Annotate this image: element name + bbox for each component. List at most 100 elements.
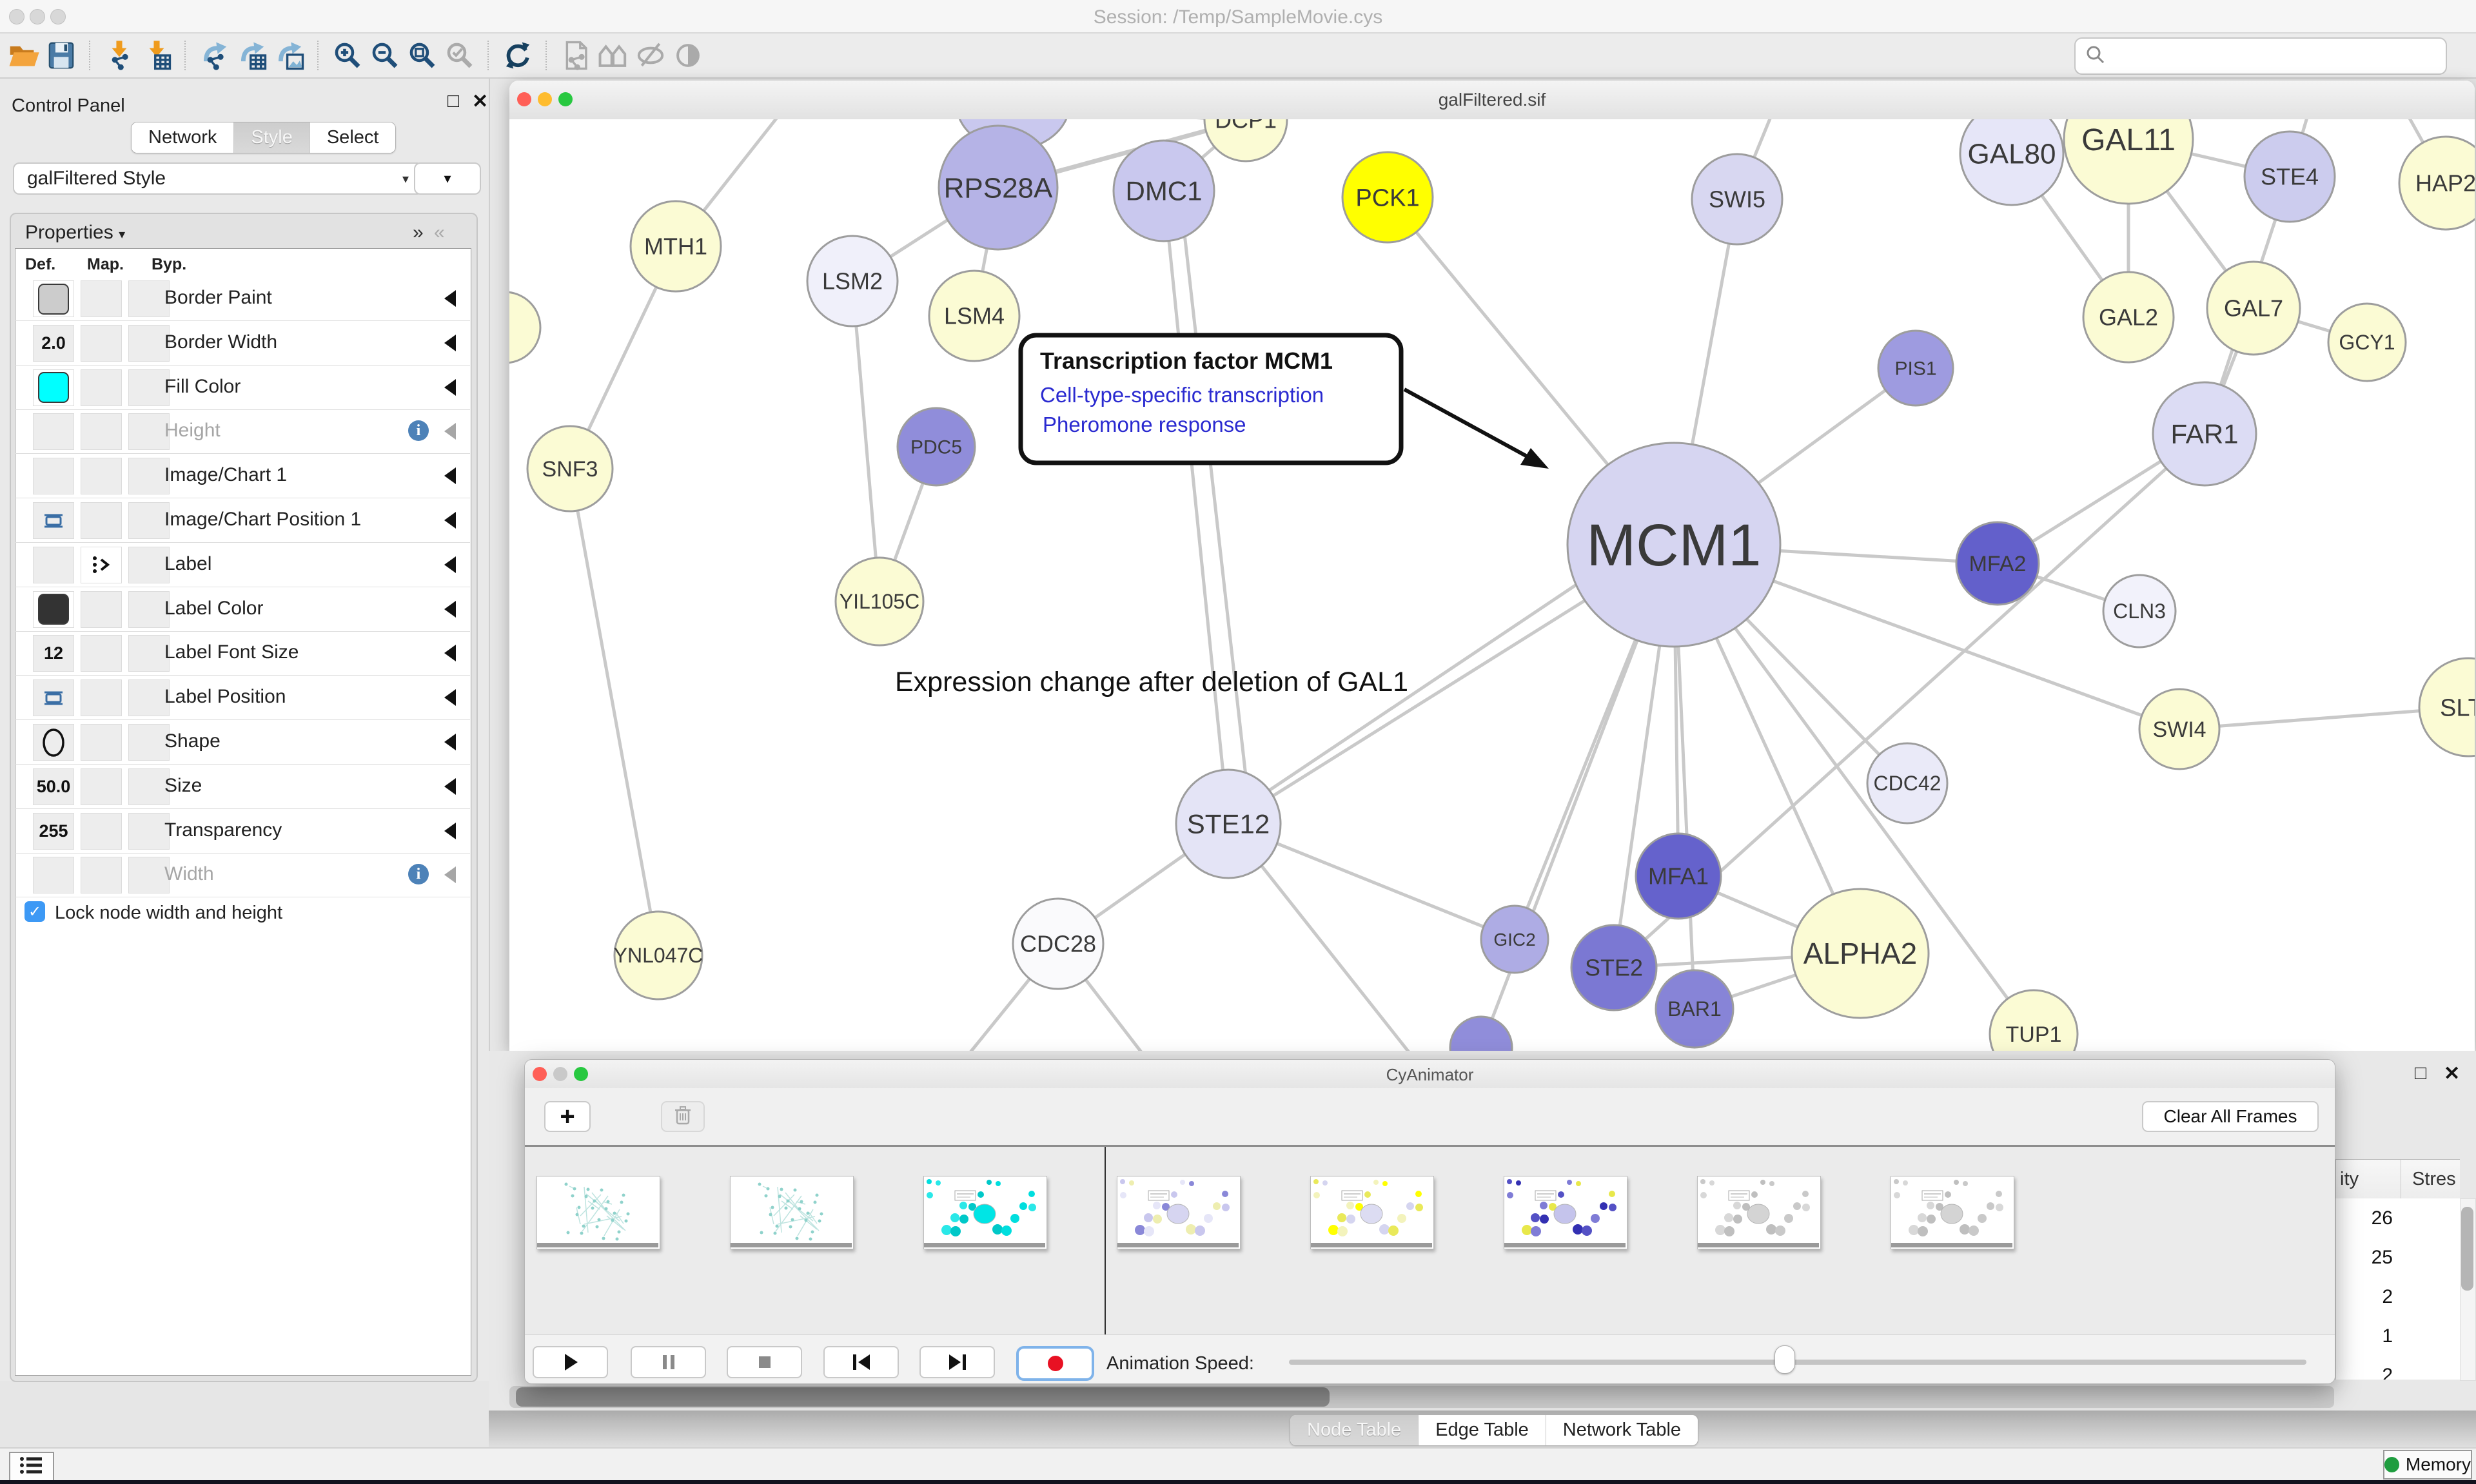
zoom-fit-icon[interactable] [404,37,441,74]
table-scrollbar-thumb[interactable] [2461,1207,2473,1291]
float-panel-icon[interactable]: □ [447,90,459,112]
hide-selected-icon[interactable] [632,37,669,74]
expand-row-icon[interactable] [444,645,456,661]
bypass-cell[interactable] [128,547,170,583]
mapping-cell[interactable] [81,325,122,362]
first-neighbors-icon[interactable] [594,37,632,74]
tab-style[interactable]: Style [234,122,310,153]
zoom-selected-icon[interactable] [441,37,478,74]
delete-frame-button[interactable] [661,1101,705,1132]
search-box[interactable] [2074,37,2447,75]
expand-row-icon[interactable] [444,734,456,750]
property-row-shape[interactable]: Shape [15,719,470,765]
mapping-cell[interactable] [81,280,122,317]
export-table-icon[interactable] [233,37,271,74]
mapping-cell[interactable] [81,857,122,893]
mapping-cell[interactable] [81,813,122,850]
expand-row-icon[interactable] [444,467,456,484]
bypass-cell[interactable] [128,813,170,850]
close-table-panel-icon[interactable]: ✕ [2444,1062,2460,1085]
default-value-cell[interactable]: 255 [33,813,74,850]
network-node-part_left[interactable] [509,292,540,363]
property-row-width[interactable]: Width i [15,852,470,897]
table-row[interactable]: 26 [2336,1198,2460,1238]
tab-edge-table[interactable]: Edge Table [1419,1415,1546,1445]
property-row-height[interactable]: Height i [15,409,470,454]
tab-node-table[interactable]: Node Table [1290,1415,1419,1445]
add-frame-button[interactable]: + [544,1101,591,1132]
bypass-cell[interactable] [128,502,170,539]
expand-row-icon[interactable] [444,290,456,307]
style-selector[interactable]: galFiltered Style ▾ [13,162,423,195]
mapping-cell[interactable] [81,458,122,494]
expand-row-icon[interactable] [444,556,456,573]
table-row[interactable]: 2 [2336,1277,2460,1316]
mapping-cell[interactable] [81,369,122,406]
expand-row-icon[interactable] [444,512,456,529]
float-table-panel-icon[interactable]: □ [2415,1062,2426,1084]
default-value-cell[interactable] [33,280,74,317]
search-input[interactable] [2107,45,2446,67]
network-node-part_bottom[interactable] [1450,1017,1512,1051]
default-value-cell[interactable] [33,591,74,628]
bypass-cell[interactable] [128,458,170,494]
default-value-cell[interactable] [33,369,74,406]
property-row-fill-color[interactable]: Fill Color [15,365,470,410]
expand-row-icon[interactable] [444,823,456,839]
animation-speed-handle[interactable] [1774,1345,1795,1374]
default-value-cell[interactable]: 12 [33,635,74,672]
style-options-button[interactable]: ▾ [414,162,481,195]
stop-button[interactable] [727,1346,802,1378]
skip-back-button[interactable] [823,1346,899,1378]
expand-row-icon[interactable] [444,335,456,351]
horizontal-scrollbar-thumb[interactable] [516,1387,1330,1407]
table-column-headers[interactable]: ity Stres [2335,1159,2460,1199]
mapping-cell[interactable] [81,635,122,672]
expand-row-icon[interactable] [444,689,456,706]
zoom-in-icon[interactable] [329,37,366,74]
expand-row-icon[interactable] [444,778,456,795]
memory-button[interactable]: Memory [2383,1450,2472,1479]
lock-checkbox[interactable]: ✓ [25,901,45,922]
export-network-icon[interactable] [196,37,233,74]
property-row-label[interactable]: Label [15,542,470,587]
open-folder-icon[interactable] [5,37,43,74]
property-row-border-paint[interactable]: Border Paint [15,276,470,321]
bypass-cell[interactable] [128,591,170,628]
pause-button[interactable] [631,1346,706,1378]
property-row-border-width[interactable]: 2.0 Border Width [15,320,470,366]
zoom-out-icon[interactable] [366,37,404,74]
default-value-cell[interactable] [33,413,74,450]
export-image-icon[interactable] [271,37,308,74]
default-value-cell[interactable] [33,458,74,494]
refresh-icon[interactable] [499,37,536,74]
mapping-cell[interactable] [81,591,122,628]
import-table-icon[interactable] [138,37,175,74]
network-canvas[interactable]: DCP1RPS28ADMC1PCK1MTH1LSM2LSM4SWI5GAL80G… [509,119,2475,1051]
show-all-icon[interactable] [669,37,707,74]
property-row-size[interactable]: 50.0 Size [15,764,470,809]
mapping-cell[interactable] [81,768,122,805]
bypass-cell[interactable] [128,325,170,362]
cyanimator-titlebar[interactable]: CyAnimator [525,1060,2335,1089]
mapping-cell[interactable] [81,502,122,539]
bypass-cell[interactable] [128,280,170,317]
record-button[interactable] [1016,1346,1094,1381]
default-value-cell[interactable] [33,857,74,893]
properties-header[interactable]: Properties ▾ [25,222,125,244]
expand-row-icon[interactable] [444,601,456,618]
network-window-titlebar[interactable]: galFiltered.sif [509,81,2475,121]
tab-select[interactable]: Select [310,122,396,153]
table-rows[interactable]: 26252122222 [2335,1198,2460,1380]
animation-speed-slider[interactable] [1289,1360,2306,1365]
property-row-label-color[interactable]: Label Color [15,587,470,632]
table-row[interactable]: 2 [2336,1356,2460,1380]
duplicate-network-icon[interactable] [557,37,594,74]
default-value-cell[interactable] [33,679,74,716]
table-row[interactable]: 1 [2336,1316,2460,1356]
mapping-cell[interactable] [81,413,122,450]
close-panel-icon[interactable]: ✕ [472,90,488,113]
bypass-cell[interactable] [128,679,170,716]
play-button[interactable] [533,1346,608,1378]
save-icon[interactable] [43,37,80,74]
